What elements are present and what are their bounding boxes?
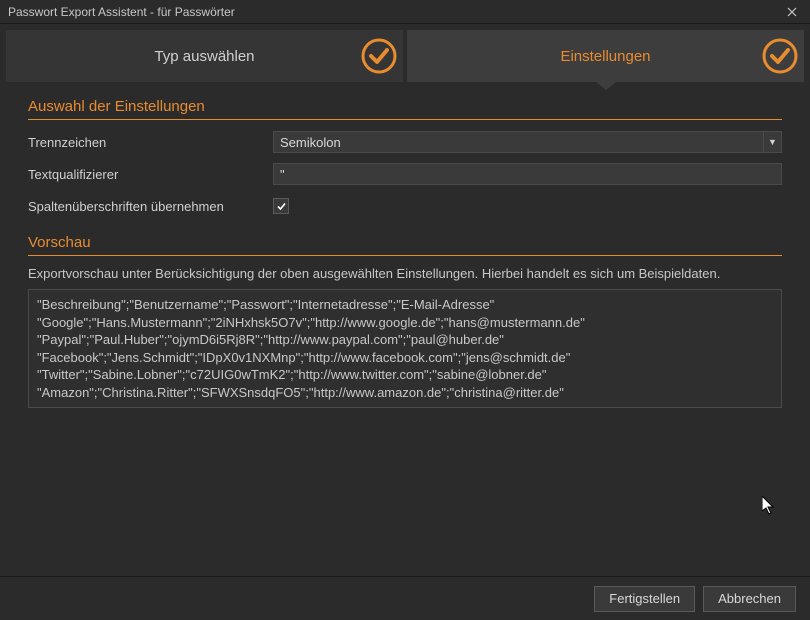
tab-settings[interactable]: Einstellungen [407,30,804,82]
tab-select-type[interactable]: Typ auswählen [6,30,403,82]
mouse-cursor-icon [762,496,778,516]
titlebar: Passwort Export Assistent - für Passwört… [0,0,810,24]
finish-button[interactable]: Fertigstellen [594,586,695,612]
check-icon [276,201,287,212]
preview-text: "Beschreibung";"Benutzername";"Passwort"… [28,289,782,408]
preview-section-title: Vorschau [28,234,782,256]
separator-row: Trennzeichen Semikolon ▼ [28,130,782,154]
qualifier-row: Textqualifizierer [28,162,782,186]
close-icon [787,7,797,17]
settings-section-title: Auswahl der Einstellungen [28,98,782,120]
preview-description: Exportvorschau unter Berücksichtigung de… [28,266,782,281]
separator-select[interactable]: Semikolon ▼ [273,131,782,153]
tab-label: Typ auswählen [154,48,254,65]
separator-label: Trennzeichen [28,135,273,150]
qualifier-input[interactable] [273,163,782,185]
footer: Fertigstellen Abbrechen [0,576,810,620]
window-title: Passwort Export Assistent - für Passwört… [8,5,235,19]
wizard-tabs: Typ auswählen Einstellungen [0,24,810,82]
headers-row: Spaltenüberschriften übernehmen [28,194,782,218]
close-button[interactable] [782,2,802,22]
separator-value: Semikolon [274,135,763,150]
checkmark-icon [361,38,397,74]
headers-label: Spaltenüberschriften übernehmen [28,199,273,214]
chevron-down-icon: ▼ [763,132,781,152]
qualifier-label: Textqualifizierer [28,167,273,182]
tab-label: Einstellungen [560,48,650,65]
cancel-button[interactable]: Abbrechen [703,586,796,612]
content-area: Auswahl der Einstellungen Trennzeichen S… [0,82,810,468]
headers-checkbox[interactable] [273,198,289,214]
checkmark-icon [762,38,798,74]
